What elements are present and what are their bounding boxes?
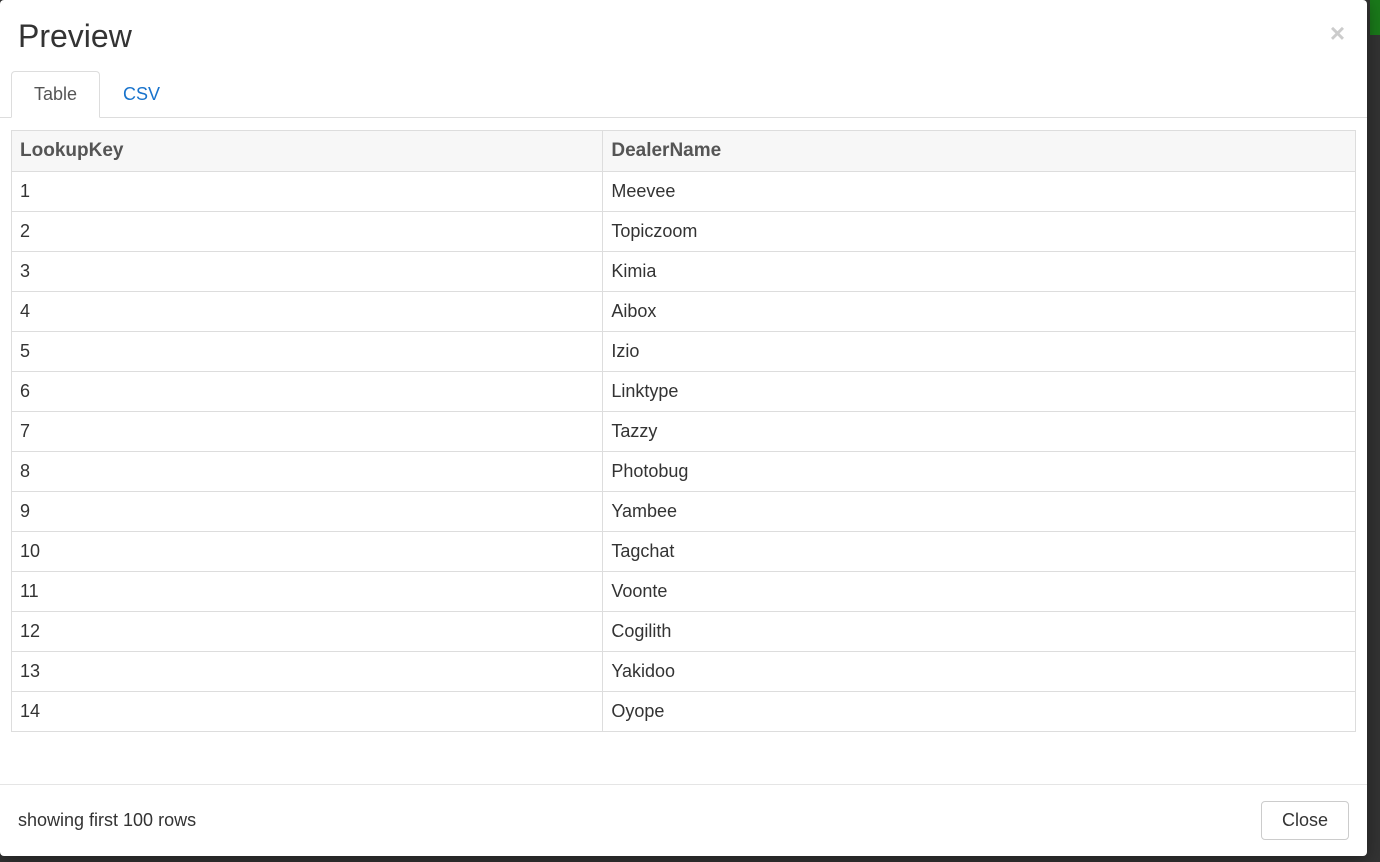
cell-dealername: Tazzy bbox=[603, 412, 1356, 452]
cell-lookupkey: 3 bbox=[12, 252, 603, 292]
cell-lookupkey: 4 bbox=[12, 292, 603, 332]
cell-lookupkey: 11 bbox=[12, 572, 603, 612]
background-green-accent bbox=[1370, 0, 1380, 35]
cell-dealername: Tagchat bbox=[603, 532, 1356, 572]
table-row: 5Izio bbox=[12, 332, 1356, 372]
table-row: 8Photobug bbox=[12, 452, 1356, 492]
table-row: 13Yakidoo bbox=[12, 652, 1356, 692]
cell-dealername: Aibox bbox=[603, 292, 1356, 332]
modal-title: Preview bbox=[18, 18, 1349, 55]
table-row: 14Oyope bbox=[12, 692, 1356, 732]
cell-dealername: Yambee bbox=[603, 492, 1356, 532]
cell-dealername: Voonte bbox=[603, 572, 1356, 612]
modal-header: Preview × Table CSV bbox=[0, 0, 1367, 118]
row-status-text: showing first 100 rows bbox=[18, 810, 196, 831]
cell-lookupkey: 6 bbox=[12, 372, 603, 412]
table-row: 2Topiczoom bbox=[12, 212, 1356, 252]
table-row: 3Kimia bbox=[12, 252, 1356, 292]
table-row: 4Aibox bbox=[12, 292, 1356, 332]
modal-body[interactable]: LookupKey DealerName 1Meevee2Topiczoom3K… bbox=[0, 118, 1367, 784]
cell-dealername: Kimia bbox=[603, 252, 1356, 292]
close-button[interactable]: Close bbox=[1261, 801, 1349, 840]
table-row: 10Tagchat bbox=[12, 532, 1356, 572]
cell-lookupkey: 13 bbox=[12, 652, 603, 692]
table-header-row: LookupKey DealerName bbox=[12, 131, 1356, 172]
tab-bar: Table CSV bbox=[0, 71, 1367, 118]
tab-table[interactable]: Table bbox=[11, 71, 100, 118]
cell-dealername: Cogilith bbox=[603, 612, 1356, 652]
cell-lookupkey: 10 bbox=[12, 532, 603, 572]
table-row: 1Meevee bbox=[12, 172, 1356, 212]
cell-dealername: Yakidoo bbox=[603, 652, 1356, 692]
table-row: 11Voonte bbox=[12, 572, 1356, 612]
column-header-lookupkey: LookupKey bbox=[12, 131, 603, 172]
column-header-dealername: DealerName bbox=[603, 131, 1356, 172]
preview-modal: Preview × Table CSV LookupKey DealerName… bbox=[0, 0, 1367, 856]
close-icon[interactable]: × bbox=[1330, 20, 1345, 46]
cell-dealername: Linktype bbox=[603, 372, 1356, 412]
cell-lookupkey: 1 bbox=[12, 172, 603, 212]
table-row: 6Linktype bbox=[12, 372, 1356, 412]
tab-csv[interactable]: CSV bbox=[100, 71, 183, 118]
cell-dealername: Photobug bbox=[603, 452, 1356, 492]
cell-dealername: Topiczoom bbox=[603, 212, 1356, 252]
cell-dealername: Oyope bbox=[603, 692, 1356, 732]
modal-footer: showing first 100 rows Close bbox=[0, 784, 1367, 856]
cell-lookupkey: 8 bbox=[12, 452, 603, 492]
table-row: 12Cogilith bbox=[12, 612, 1356, 652]
preview-table: LookupKey DealerName 1Meevee2Topiczoom3K… bbox=[11, 130, 1356, 732]
cell-lookupkey: 7 bbox=[12, 412, 603, 452]
cell-lookupkey: 9 bbox=[12, 492, 603, 532]
cell-lookupkey: 12 bbox=[12, 612, 603, 652]
cell-dealername: Izio bbox=[603, 332, 1356, 372]
cell-lookupkey: 14 bbox=[12, 692, 603, 732]
cell-lookupkey: 2 bbox=[12, 212, 603, 252]
table-row: 9Yambee bbox=[12, 492, 1356, 532]
cell-lookupkey: 5 bbox=[12, 332, 603, 372]
cell-dealername: Meevee bbox=[603, 172, 1356, 212]
table-row: 7Tazzy bbox=[12, 412, 1356, 452]
